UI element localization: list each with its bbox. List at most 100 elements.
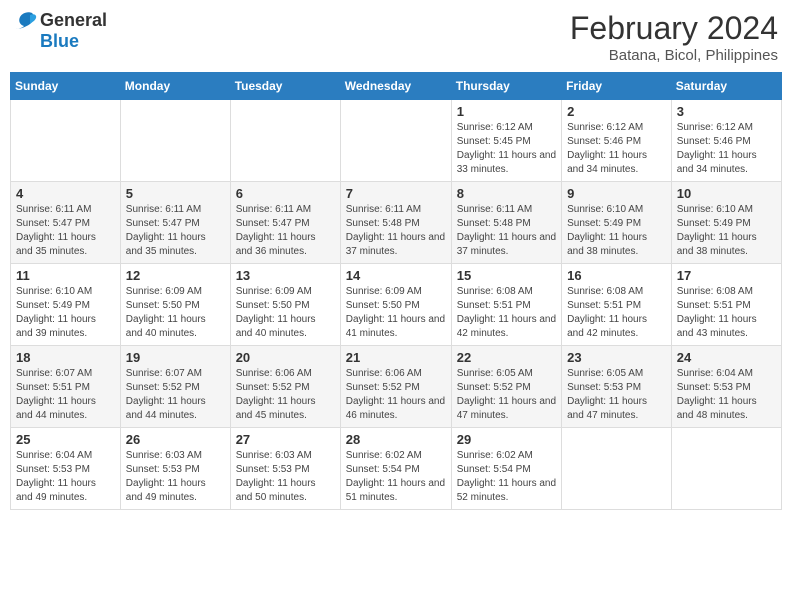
- day-number: 26: [126, 432, 225, 447]
- table-row: [230, 100, 340, 182]
- day-info: Sunrise: 6:10 AM Sunset: 5:49 PM Dayligh…: [16, 285, 115, 341]
- table-row: [120, 100, 230, 182]
- table-row: 6 Sunrise: 6:11 AM Sunset: 5:47 PM Daylig…: [230, 182, 340, 264]
- table-row: 28 Sunrise: 6:02 AM Sunset: 5:54 PM Dayli…: [340, 428, 451, 510]
- day-info: Sunrise: 6:06 AM Sunset: 5:52 PM Dayligh…: [236, 367, 335, 423]
- calendar-header-row: Sunday Monday Tuesday Wednesday Thursday…: [11, 73, 782, 100]
- calendar-title: February 2024: [570, 10, 778, 47]
- day-info: Sunrise: 6:02 AM Sunset: 5:54 PM Dayligh…: [346, 449, 446, 505]
- day-number: 2: [567, 104, 666, 119]
- day-info: Sunrise: 6:09 AM Sunset: 5:50 PM Dayligh…: [236, 285, 335, 341]
- day-number: 3: [677, 104, 776, 119]
- table-row: 13 Sunrise: 6:09 AM Sunset: 5:50 PM Dayli…: [230, 264, 340, 346]
- table-row: 8Sunrise: 6:11 AM Sunset: 5:48 PM Daylig…: [451, 182, 561, 264]
- day-number: 6: [236, 186, 335, 201]
- calendar-week-3: 11 Sunrise: 6:10 AM Sunset: 5:49 PM Dayli…: [11, 264, 782, 346]
- table-row: 12 Sunrise: 6:09 AM Sunset: 5:50 PM Dayli…: [120, 264, 230, 346]
- day-number: 25: [16, 432, 115, 447]
- day-info: Sunrise: 6:11 AM Sunset: 5:48 PM Dayligh…: [346, 203, 446, 259]
- day-number: 19: [126, 350, 225, 365]
- logo-general: General: [40, 10, 107, 31]
- header-monday: Monday: [120, 73, 230, 100]
- calendar-week-1: 1Sunrise: 6:12 AM Sunset: 5:45 PM Daylig…: [11, 100, 782, 182]
- day-number: 9: [567, 186, 666, 201]
- table-row: 1Sunrise: 6:12 AM Sunset: 5:45 PM Daylig…: [451, 100, 561, 182]
- table-row: 9 Sunrise: 6:10 AM Sunset: 5:49 PM Daylig…: [562, 182, 672, 264]
- day-info: Sunrise: 6:08 AM Sunset: 5:51 PM Dayligh…: [677, 285, 776, 341]
- day-number: 15: [457, 268, 556, 283]
- table-row: 17 Sunrise: 6:08 AM Sunset: 5:51 PM Dayli…: [671, 264, 781, 346]
- day-info: Sunrise: 6:09 AM Sunset: 5:50 PM Dayligh…: [126, 285, 225, 341]
- day-info: Sunrise: 6:07 AM Sunset: 5:52 PM Dayligh…: [126, 367, 225, 423]
- header-wednesday: Wednesday: [340, 73, 451, 100]
- day-info: Sunrise: 6:04 AM Sunset: 5:53 PM Dayligh…: [677, 367, 776, 423]
- day-number: 7: [346, 186, 446, 201]
- day-info: Sunrise: 6:05 AM Sunset: 5:52 PM Dayligh…: [457, 367, 556, 423]
- table-row: 27 Sunrise: 6:03 AM Sunset: 5:53 PM Dayli…: [230, 428, 340, 510]
- table-row: 2 Sunrise: 6:12 AM Sunset: 5:46 PM Daylig…: [562, 100, 672, 182]
- table-row: 21 Sunrise: 6:06 AM Sunset: 5:52 PM Dayli…: [340, 346, 451, 428]
- table-row: 16Sunrise: 6:08 AM Sunset: 5:51 PM Dayli…: [562, 264, 672, 346]
- table-row: 22Sunrise: 6:05 AM Sunset: 5:52 PM Dayli…: [451, 346, 561, 428]
- day-info: Sunrise: 6:10 AM Sunset: 5:49 PM Dayligh…: [677, 203, 776, 259]
- logo: General Blue: [14, 10, 107, 52]
- day-number: 10: [677, 186, 776, 201]
- day-info: Sunrise: 6:12 AM Sunset: 5:46 PM Dayligh…: [567, 121, 666, 177]
- day-number: 5: [126, 186, 225, 201]
- header-sunday: Sunday: [11, 73, 121, 100]
- table-row: [11, 100, 121, 182]
- table-row: 23 Sunrise: 6:05 AM Sunset: 5:53 PM Dayli…: [562, 346, 672, 428]
- day-number: 23: [567, 350, 666, 365]
- table-row: 15 Sunrise: 6:08 AM Sunset: 5:51 PM Dayli…: [451, 264, 561, 346]
- calendar-subtitle: Batana, Bicol, Philippines: [570, 47, 778, 64]
- header-saturday: Saturday: [671, 73, 781, 100]
- day-number: 18: [16, 350, 115, 365]
- table-row: 20Sunrise: 6:06 AM Sunset: 5:52 PM Dayli…: [230, 346, 340, 428]
- day-info: Sunrise: 6:12 AM Sunset: 5:45 PM Dayligh…: [457, 121, 556, 177]
- day-info: Sunrise: 6:07 AM Sunset: 5:51 PM Dayligh…: [16, 367, 115, 423]
- day-info: Sunrise: 6:03 AM Sunset: 5:53 PM Dayligh…: [236, 449, 335, 505]
- day-number: 21: [346, 350, 446, 365]
- day-number: 11: [16, 268, 115, 283]
- day-number: 17: [677, 268, 776, 283]
- day-info: Sunrise: 6:11 AM Sunset: 5:47 PM Dayligh…: [236, 203, 335, 259]
- day-number: 4: [16, 186, 115, 201]
- day-number: 16: [567, 268, 666, 283]
- day-info: Sunrise: 6:11 AM Sunset: 5:47 PM Dayligh…: [16, 203, 115, 259]
- calendar-week-5: 25Sunrise: 6:04 AM Sunset: 5:53 PM Dayli…: [11, 428, 782, 510]
- day-number: 8: [457, 186, 556, 201]
- day-number: 13: [236, 268, 335, 283]
- day-number: 29: [457, 432, 556, 447]
- day-info: Sunrise: 6:12 AM Sunset: 5:46 PM Dayligh…: [677, 121, 776, 177]
- day-number: 28: [346, 432, 446, 447]
- day-number: 27: [236, 432, 335, 447]
- header-tuesday: Tuesday: [230, 73, 340, 100]
- table-row: 7 Sunrise: 6:11 AM Sunset: 5:48 PM Daylig…: [340, 182, 451, 264]
- day-info: Sunrise: 6:11 AM Sunset: 5:47 PM Dayligh…: [126, 203, 225, 259]
- day-info: Sunrise: 6:05 AM Sunset: 5:53 PM Dayligh…: [567, 367, 666, 423]
- day-info: Sunrise: 6:03 AM Sunset: 5:53 PM Dayligh…: [126, 449, 225, 505]
- table-row: 18 Sunrise: 6:07 AM Sunset: 5:51 PM Dayli…: [11, 346, 121, 428]
- day-info: Sunrise: 6:08 AM Sunset: 5:51 PM Dayligh…: [457, 285, 556, 341]
- table-row: 25Sunrise: 6:04 AM Sunset: 5:53 PM Dayli…: [11, 428, 121, 510]
- calendar-table: Sunday Monday Tuesday Wednesday Thursday…: [10, 72, 782, 510]
- table-row: 26 Sunrise: 6:03 AM Sunset: 5:53 PM Dayli…: [120, 428, 230, 510]
- day-info: Sunrise: 6:09 AM Sunset: 5:50 PM Dayligh…: [346, 285, 446, 341]
- calendar-week-2: 4 Sunrise: 6:11 AM Sunset: 5:47 PM Daylig…: [11, 182, 782, 264]
- table-row: 11 Sunrise: 6:10 AM Sunset: 5:49 PM Dayli…: [11, 264, 121, 346]
- header-thursday: Thursday: [451, 73, 561, 100]
- calendar-week-4: 18 Sunrise: 6:07 AM Sunset: 5:51 PM Dayli…: [11, 346, 782, 428]
- page-header: General Blue February 2024 Batana, Bicol…: [10, 10, 782, 64]
- table-row: 5 Sunrise: 6:11 AM Sunset: 5:47 PM Daylig…: [120, 182, 230, 264]
- table-row: 4 Sunrise: 6:11 AM Sunset: 5:47 PM Daylig…: [11, 182, 121, 264]
- table-row: 29 Sunrise: 6:02 AM Sunset: 5:54 PM Dayli…: [451, 428, 561, 510]
- logo-icon: [14, 11, 38, 31]
- logo-blue: Blue: [40, 31, 79, 52]
- table-row: 10 Sunrise: 6:10 AM Sunset: 5:49 PM Dayli…: [671, 182, 781, 264]
- day-number: 12: [126, 268, 225, 283]
- day-info: Sunrise: 6:02 AM Sunset: 5:54 PM Dayligh…: [457, 449, 556, 505]
- table-row: 19 Sunrise: 6:07 AM Sunset: 5:52 PM Dayli…: [120, 346, 230, 428]
- day-info: Sunrise: 6:06 AM Sunset: 5:52 PM Dayligh…: [346, 367, 446, 423]
- day-info: Sunrise: 6:10 AM Sunset: 5:49 PM Dayligh…: [567, 203, 666, 259]
- table-row: [340, 100, 451, 182]
